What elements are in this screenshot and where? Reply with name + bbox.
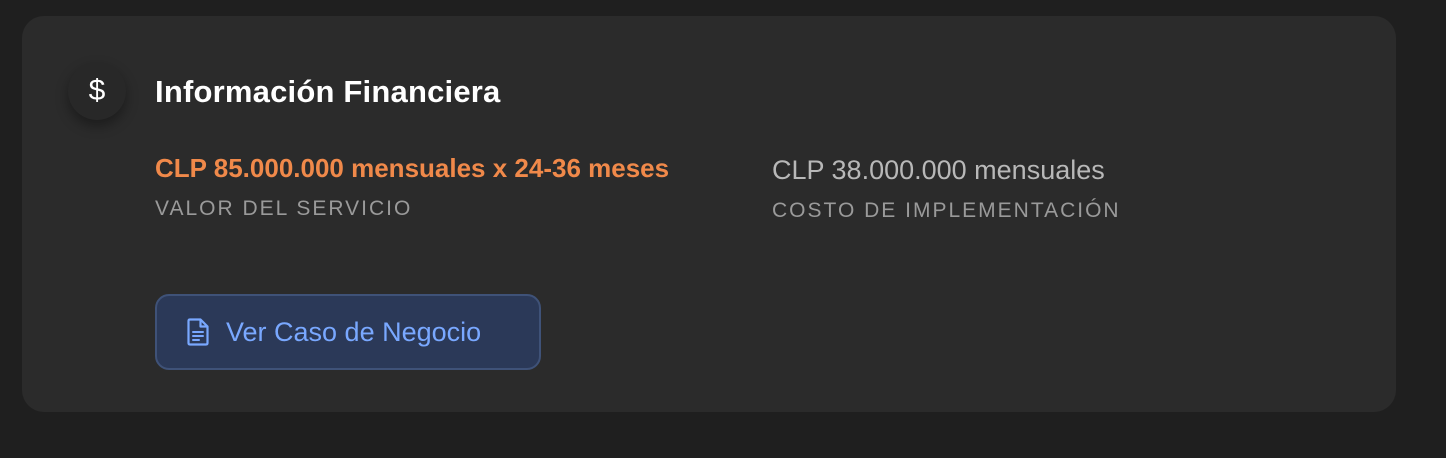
service-value: CLP 85.000.000 mensuales x 24-36 meses bbox=[155, 153, 670, 183]
document-icon bbox=[187, 318, 209, 346]
view-business-case-button[interactable]: Ver Caso de Negocio bbox=[155, 294, 541, 370]
service-label: VALOR DEL SERVICIO bbox=[155, 197, 413, 220]
dollar-icon: $ bbox=[68, 62, 126, 120]
service-value-block: CLP 85.000.000 mensuales x 24-36 meses V… bbox=[155, 151, 695, 221]
implementation-value: CLP 38.000.000 mensuales bbox=[772, 155, 1105, 185]
section-title: Información Financiera bbox=[155, 74, 501, 109]
view-business-case-label: Ver Caso de Negocio bbox=[226, 316, 482, 347]
financial-info-card: $ Información Financiera CLP 85.000.000 … bbox=[22, 16, 1396, 412]
implementation-cost-block: CLP 38.000.000 mensuales COSTO DE IMPLEM… bbox=[772, 153, 1332, 223]
implementation-label: COSTO DE IMPLEMENTACIÓN bbox=[772, 199, 1121, 222]
